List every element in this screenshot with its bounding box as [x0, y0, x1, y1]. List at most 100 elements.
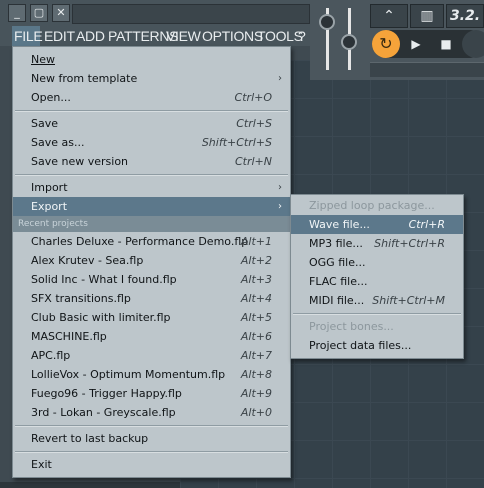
recent-project-item[interactable]: 3rd - Lokan - Greyscale.flp Alt+0	[13, 403, 290, 422]
minimize-button[interactable]: _	[8, 4, 26, 22]
menu-item-new[interactable]: New	[13, 50, 290, 69]
submenu-arrow-icon: ›	[278, 201, 282, 212]
menu-item-label: Wave file...	[309, 218, 370, 231]
menu-item-save-new-version[interactable]: Save new version Ctrl+N	[13, 152, 290, 171]
menu-item-shortcut: Alt+2	[240, 254, 272, 267]
menu-item-ogg-file[interactable]: OGG file...	[291, 253, 463, 272]
menu-options[interactable]: OPTIONS	[202, 26, 263, 46]
menu-item-label: Fuego96 - Trigger Happy.flp	[31, 387, 182, 400]
menu-separator	[15, 110, 288, 112]
menu-item-label: Save as...	[31, 136, 85, 149]
menu-item-export[interactable]: Export ›	[13, 197, 290, 216]
menu-item-shortcut: Alt+4	[240, 292, 272, 305]
position-slider[interactable]	[370, 62, 484, 77]
menu-help[interactable]: ?	[298, 26, 306, 46]
menu-item-label: 3rd - Lokan - Greyscale.flp	[31, 406, 176, 419]
menu-item-label: Save	[31, 117, 59, 130]
menu-item-label: MP3 file...	[309, 237, 363, 250]
menu-item-save[interactable]: Save Ctrl+S	[13, 114, 290, 133]
tempo-tap-icon[interactable]: ▥	[410, 4, 444, 28]
section-label: Recent projects	[18, 219, 88, 229]
menu-item-wave-file[interactable]: Wave file... Ctrl+R	[291, 215, 463, 234]
menu-item-shortcut: Ctrl+O	[234, 91, 272, 104]
menu-item-label: New from template	[31, 72, 138, 85]
menu-item-exit[interactable]: Exit	[13, 455, 290, 474]
menu-item-label: Open...	[31, 91, 71, 104]
submenu-arrow-icon: ›	[278, 182, 282, 193]
recent-project-item[interactable]: APC.flp Alt+7	[13, 346, 290, 365]
status-strip	[0, 482, 180, 488]
menu-edit[interactable]: EDIT	[44, 26, 75, 46]
menu-item-import[interactable]: Import ›	[13, 178, 290, 197]
menu-item-label: Project bones...	[309, 320, 394, 333]
restore-button[interactable]: ▢	[30, 4, 48, 22]
menu-item-label: MASCHINE.flp	[31, 330, 107, 343]
main-menubar: FILE EDIT ADD PATTERNS VIEW OPTIONS TOOL…	[0, 26, 310, 46]
menu-item-label: Charles Deluxe - Performance Demo.flp	[31, 235, 249, 248]
menu-item-shortcut: Shift+Ctrl+R	[374, 237, 445, 250]
menu-item-open[interactable]: Open... Ctrl+O	[13, 88, 290, 107]
recent-project-item[interactable]: SFX transitions.flp Alt+4	[13, 289, 290, 308]
menu-item-label: Solid Inc - What I found.flp	[31, 273, 177, 286]
menu-item-label: New	[31, 53, 55, 66]
recent-project-item[interactable]: Fuego96 - Trigger Happy.flp Alt+9	[13, 384, 290, 403]
menu-item-project-bones[interactable]: Project bones...	[291, 317, 463, 336]
menu-add[interactable]: ADD	[76, 26, 105, 46]
recent-project-item[interactable]: Charles Deluxe - Performance Demo.flp Al…	[13, 232, 290, 251]
recent-project-item[interactable]: LollieVox - Optimum Momentum.flp Alt+8	[13, 365, 290, 384]
menu-item-label: SFX transitions.flp	[31, 292, 131, 305]
menu-item-label: LollieVox - Optimum Momentum.flp	[31, 368, 226, 381]
menu-item-shortcut: Alt+9	[240, 387, 272, 400]
menu-view[interactable]: VIEW	[166, 26, 201, 46]
menu-item-shortcut: Alt+7	[240, 349, 272, 362]
menu-item-flac-file[interactable]: FLAC file...	[291, 272, 463, 291]
menu-item-shortcut: Alt+8	[240, 368, 272, 381]
menu-item-shortcut: Shift+Ctrl+S	[201, 136, 272, 149]
recent-project-item[interactable]: MASCHINE.flp Alt+6	[13, 327, 290, 346]
loop-mode-icon[interactable]: ↻	[372, 30, 400, 58]
menu-item-new-from-template[interactable]: New from template ›	[13, 69, 290, 88]
menu-tools[interactable]: TOOLS	[257, 26, 303, 46]
menu-item-shortcut: Ctrl+R	[408, 218, 445, 231]
recent-project-item[interactable]: Alex Krutev - Sea.flp Alt+2	[13, 251, 290, 270]
menu-item-shortcut: Alt+0	[240, 406, 272, 419]
master-pitch-knob[interactable]	[341, 34, 357, 50]
menu-item-label: Club Basic with limiter.flp	[31, 311, 171, 324]
menu-item-project-data-files[interactable]: Project data files...	[291, 336, 463, 355]
menu-item-label: Import	[31, 181, 68, 194]
menu-item-label: Project data files...	[309, 339, 412, 352]
metronome-icon[interactable]: ⌃	[370, 4, 408, 28]
record-button[interactable]	[462, 30, 484, 58]
menu-separator	[293, 313, 461, 315]
close-button[interactable]: ✕	[52, 4, 70, 22]
master-volume-knob[interactable]	[319, 14, 335, 30]
menu-item-label: Zipped loop package...	[309, 199, 435, 212]
menu-item-shortcut: Alt+6	[240, 330, 272, 343]
menu-item-zipped-loop-package[interactable]: Zipped loop package...	[291, 196, 463, 215]
menu-separator	[15, 425, 288, 427]
menu-item-label: FLAC file...	[309, 275, 368, 288]
menu-item-shortcut: Shift+Ctrl+M	[372, 294, 445, 307]
export-submenu: Zipped loop package... Wave file... Ctrl…	[290, 194, 464, 359]
file-menu: New New from template › Open... Ctrl+O S…	[12, 46, 291, 478]
play-button[interactable]: ▶	[402, 30, 430, 58]
menu-item-label: Save new version	[31, 155, 129, 168]
menu-item-revert[interactable]: Revert to last backup	[13, 429, 290, 448]
menu-item-label: Alex Krutev - Sea.flp	[31, 254, 144, 267]
stop-button[interactable]: ■	[432, 30, 460, 58]
recent-project-item[interactable]: Club Basic with limiter.flp Alt+5	[13, 308, 290, 327]
counter-display: 3.2.	[446, 4, 484, 28]
menu-item-label: Export	[31, 200, 68, 213]
hint-bar	[72, 4, 310, 24]
menu-item-label: MIDI file...	[309, 294, 365, 307]
menu-item-save-as[interactable]: Save as... Shift+Ctrl+S	[13, 133, 290, 152]
menu-file[interactable]: FILE	[12, 26, 43, 46]
menu-item-shortcut: Alt+3	[240, 273, 272, 286]
recent-project-item[interactable]: Solid Inc - What I found.flp Alt+3	[13, 270, 290, 289]
menu-item-mp3-file[interactable]: MP3 file... Shift+Ctrl+R	[291, 234, 463, 253]
menu-item-midi-file[interactable]: MIDI file... Shift+Ctrl+M	[291, 291, 463, 310]
menu-separator	[15, 174, 288, 176]
menu-item-shortcut: Ctrl+N	[234, 155, 272, 168]
menu-item-label: Exit	[31, 458, 52, 471]
menu-item-shortcut: Alt+1	[240, 235, 272, 248]
